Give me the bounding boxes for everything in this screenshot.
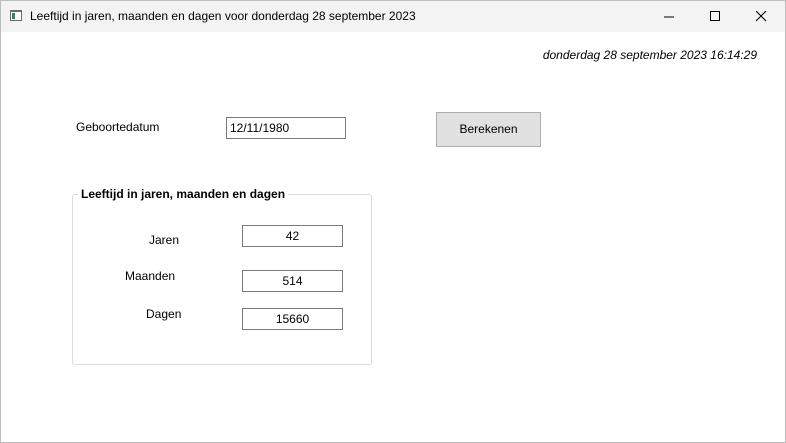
minimize-icon [664, 16, 674, 18]
current-datetime: donderdag 28 september 2023 16:14:29 [542, 48, 757, 62]
years-field[interactable]: 42 [242, 225, 343, 247]
months-label: Maanden [125, 269, 176, 283]
years-label: Jaren [149, 233, 180, 247]
days-label: Dagen [146, 307, 182, 321]
maximize-button[interactable] [693, 1, 739, 32]
days-field[interactable]: 15660 [242, 308, 343, 330]
months-field[interactable]: 514 [242, 270, 343, 292]
maximize-icon [710, 11, 720, 21]
birthdate-input[interactable]: 12/11/1980 [226, 117, 346, 139]
title-bar[interactable]: Leeftijd in jaren, maanden en dagen voor… [1, 1, 785, 32]
app-window-icon [10, 10, 22, 21]
close-icon [756, 11, 767, 22]
window-title: Leeftijd in jaren, maanden en dagen voor… [30, 9, 416, 23]
app-window: Leeftijd in jaren, maanden en dagen voor… [0, 0, 786, 443]
birthdate-label: Geboortedatum [76, 120, 160, 134]
calculate-button[interactable]: Berekenen [436, 112, 541, 147]
minimize-button[interactable] [647, 1, 693, 32]
age-result-group-title: Leeftijd in jaren, maanden en dagen [78, 187, 289, 201]
close-button[interactable] [739, 1, 785, 32]
